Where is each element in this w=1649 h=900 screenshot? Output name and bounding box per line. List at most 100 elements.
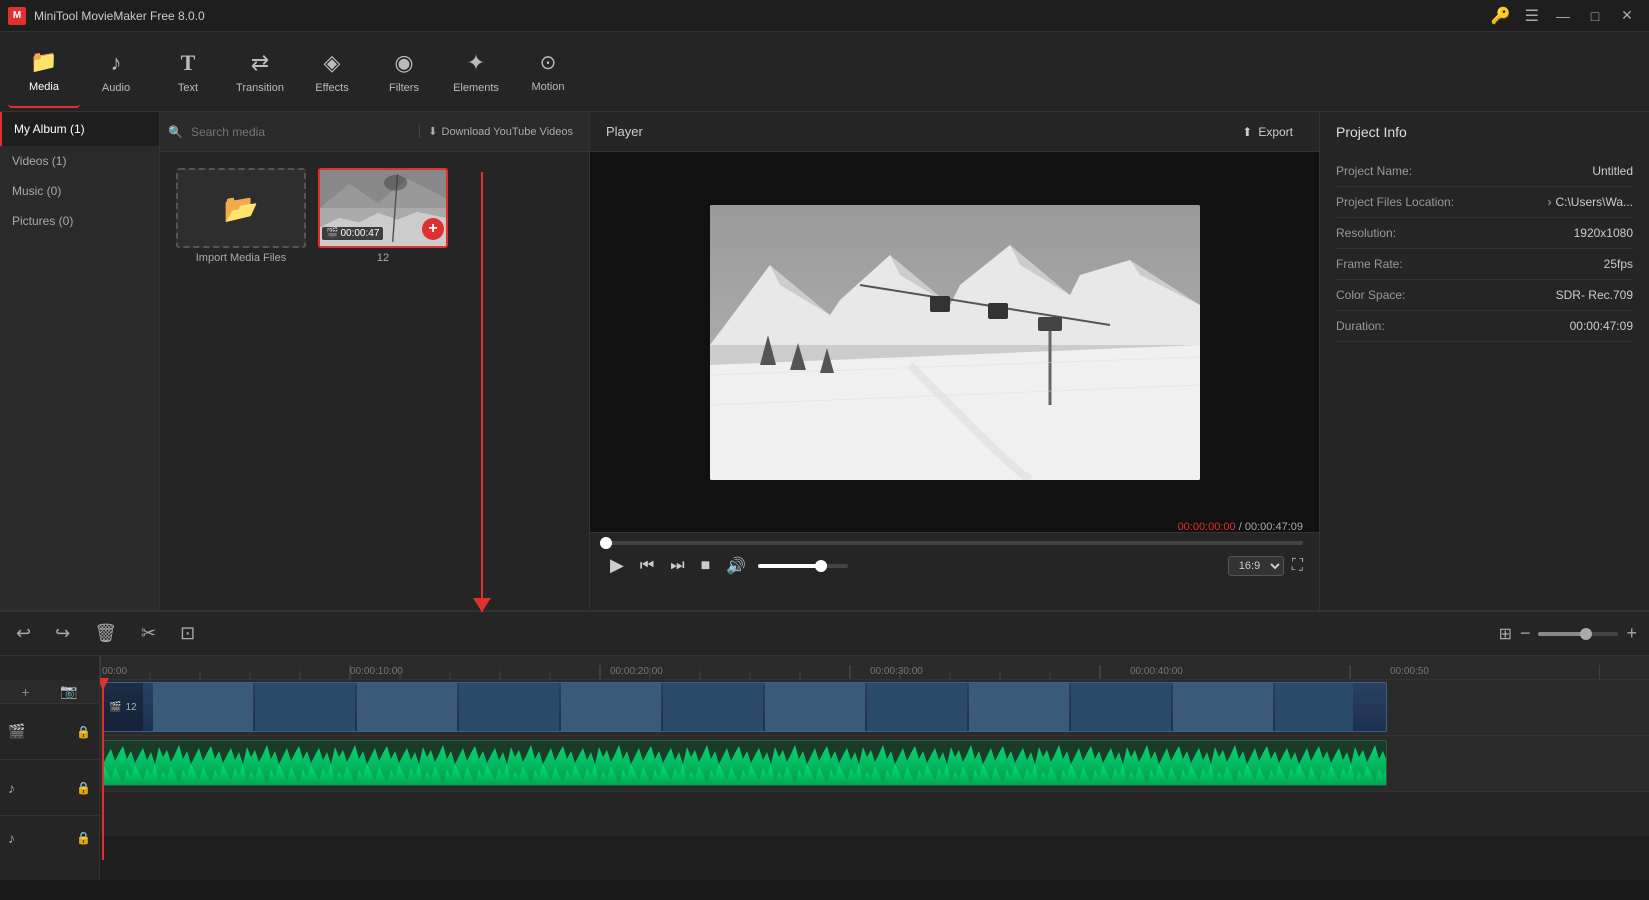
close-button[interactable]: ✕ (1613, 2, 1641, 30)
redo-button[interactable]: ↪ (51, 619, 74, 648)
extra-track-lock[interactable]: 🔒 (76, 831, 91, 845)
my-album-item[interactable]: My Album (1) (0, 112, 159, 146)
video-track-lock[interactable]: 🔒 (76, 725, 91, 739)
expand-arrow[interactable]: › (1547, 195, 1551, 209)
pictures-category[interactable]: Pictures (0) (0, 206, 159, 236)
audio-clip[interactable] (102, 740, 1387, 786)
volume-slider[interactable] (758, 564, 848, 568)
music-category[interactable]: Music (0) (0, 176, 159, 206)
volume-handle[interactable] (815, 560, 827, 572)
zoom-slider[interactable] (1538, 632, 1618, 636)
export-button[interactable]: ⬆ Export (1232, 121, 1303, 143)
framerate-value: 25fps (1604, 257, 1633, 271)
effects-label: Effects (315, 82, 348, 94)
prev-frame-button[interactable]: ⏮ (636, 555, 658, 577)
project-info-title: Project Info (1336, 124, 1633, 140)
play-button[interactable]: ▶ (606, 553, 628, 578)
extra-audio-track[interactable] (100, 792, 1649, 836)
timeline-tools-right: ⊞ − + (1499, 623, 1637, 644)
volume-fill (758, 564, 821, 568)
zoom-handle[interactable] (1580, 628, 1592, 640)
motion-label: Motion (531, 81, 564, 93)
progress-bar[interactable]: 00:00:00:00 / 00:00:47:09 (606, 541, 1303, 545)
filters-label: Filters (389, 82, 419, 94)
delete-button[interactable]: 🗑 (90, 619, 121, 648)
stop-button[interactable]: ■ (697, 555, 715, 577)
resolution-label: Resolution: (1336, 226, 1396, 240)
titlebar-controls: — □ ✕ (1549, 2, 1641, 30)
info-row-location: Project Files Location: › C:\Users\Wa... (1336, 187, 1633, 218)
videos-label: Videos (1) (12, 154, 66, 168)
volume-button[interactable]: 🔊 (722, 554, 750, 578)
audio-label: Audio (102, 82, 130, 94)
ruler-ticks-svg (100, 656, 1600, 679)
cut-button[interactable]: ✂ (137, 619, 160, 648)
time-total: 00:00:47:09 (1245, 521, 1303, 533)
menu-icon[interactable]: ☰ (1519, 4, 1545, 28)
undo-button[interactable]: ↩ (12, 619, 35, 648)
effects-icon: ◈ (324, 50, 341, 76)
music-icon: ♪ (8, 780, 15, 796)
aspect-ratio-select[interactable]: 16:9 9:16 1:1 4:3 (1228, 556, 1284, 576)
titlebar-left: M MiniTool MovieMaker Free 8.0.0 (8, 7, 205, 25)
video-clip[interactable]: 🎬 12 (102, 682, 1387, 732)
crop-button[interactable]: ⊡ (176, 619, 199, 648)
toolbar-item-effects[interactable]: ◈ Effects (296, 36, 368, 108)
import-thumb: 📂 (176, 168, 306, 248)
search-bar: 🔍 ⬇ Download YouTube Videos (160, 112, 589, 152)
zoom-in-button[interactable]: + (1626, 623, 1637, 644)
add-video-track-button[interactable]: + (21, 684, 29, 700)
folder-icon: 📂 (224, 192, 259, 225)
right-panel: Project Info Project Name: Untitled Proj… (1319, 112, 1649, 610)
controls-row: ▶ ⏮ ⏭ ■ 🔊 16:9 9:16 1:1 4:3 ⛶ (606, 553, 1303, 578)
filters-icon: ◉ (394, 50, 413, 76)
zoom-out-button[interactable]: − (1520, 623, 1531, 644)
toolbar-item-elements[interactable]: ✦ Elements (440, 36, 512, 108)
video-area (590, 152, 1319, 532)
toolbar-item-filters[interactable]: ◉ Filters (368, 36, 440, 108)
info-row-duration: Duration: 00:00:47:09 (1336, 311, 1633, 342)
next-frame-button[interactable]: ⏭ (666, 555, 688, 577)
pictures-label: Pictures (0) (12, 214, 73, 228)
video-media-item[interactable]: 🎬 00:00:47 + 12 (318, 168, 448, 264)
toolbar-item-audio[interactable]: ♪ Audio (80, 36, 152, 108)
tracks-area: 🎬 12 (100, 680, 1649, 836)
text-icon: T (181, 50, 196, 76)
videos-category[interactable]: Videos (1) (0, 146, 159, 176)
clip-film-icon: 🎬 (109, 702, 121, 713)
clip-label: 🎬 12 (103, 683, 143, 731)
add-audio-track-button[interactable]: 📷 (60, 683, 77, 700)
timeline: ↩ ↪ 🗑 ✂ ⊡ ⊞ − + + 📷 🎬 (0, 610, 1649, 880)
main-area: My Album (1) Videos (1) Music (0) Pictur… (0, 112, 1649, 610)
toolbar-item-media[interactable]: 📁 Media (8, 36, 80, 108)
left-panel: My Album (1) Videos (1) Music (0) Pictur… (0, 112, 590, 610)
info-row-framerate: Frame Rate: 25fps (1336, 249, 1633, 280)
clip-thumbnail-strip (153, 683, 1353, 732)
add-to-timeline-button[interactable]: + (422, 218, 444, 240)
media-icon: 📁 (30, 49, 57, 75)
colorspace-label: Color Space: (1336, 288, 1405, 302)
download-youtube-button[interactable]: ⬇ Download YouTube Videos (419, 125, 581, 138)
toolbar-item-motion[interactable]: ⊙ Motion (512, 36, 584, 108)
timeline-content[interactable]: 00:00 00:00:10:00 00:00:20:00 00:00:30:0… (100, 656, 1649, 880)
minimize-button[interactable]: — (1549, 2, 1577, 30)
audio-track-lock[interactable]: 🔒 (76, 781, 91, 795)
info-row-name: Project Name: Untitled (1336, 156, 1633, 187)
toolbar-item-text[interactable]: T Text (152, 36, 224, 108)
clip-number: 12 (125, 702, 136, 713)
audio-track[interactable] (100, 736, 1649, 792)
fullscreen-button[interactable]: ⛶ (1292, 557, 1303, 575)
maximize-button[interactable]: □ (1581, 2, 1609, 30)
split-view-button[interactable]: ⊞ (1499, 624, 1512, 644)
track-labels: + 📷 🎬 🔒 ♪ 🔒 ♪ 🔒 (0, 656, 100, 880)
clip-number-label: 12 (318, 252, 448, 264)
key-icon[interactable]: 🔑 (1491, 6, 1511, 26)
toolbar-item-transition[interactable]: ⇄ Transition (224, 36, 296, 108)
clip-duration-badge: 🎬 00:00:47 (322, 227, 383, 240)
elements-label: Elements (453, 82, 499, 94)
progress-handle[interactable] (600, 537, 612, 549)
duration-label: Duration: (1336, 319, 1385, 333)
video-track[interactable]: 🎬 12 (100, 680, 1649, 736)
search-input[interactable] (191, 125, 411, 139)
import-media-item[interactable]: 📂 Import Media Files (176, 168, 306, 264)
